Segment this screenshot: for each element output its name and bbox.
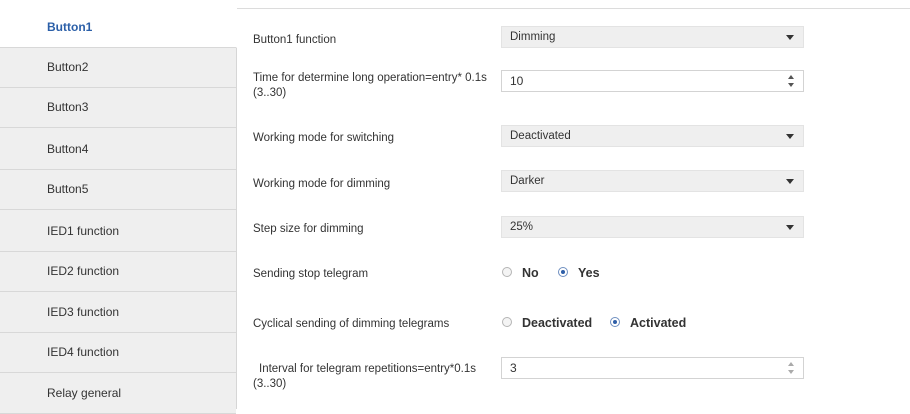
sidebar-item-relay-general[interactable]: Relay general bbox=[0, 374, 236, 414]
long-operation-range: (3..30) bbox=[253, 87, 287, 99]
long-operation-stepper[interactable]: 10 bbox=[501, 70, 804, 92]
select-value: Darker bbox=[510, 175, 545, 187]
working-mode-switching-select[interactable]: Deactivated bbox=[501, 125, 804, 147]
chevron-down-icon bbox=[786, 134, 794, 139]
cyclical-sending-label: Cyclical sending of dimming telegrams bbox=[253, 318, 450, 330]
sidebar-item-ied4-function[interactable]: IED4 function bbox=[0, 333, 236, 373]
working-mode-dimming-select[interactable]: Darker bbox=[501, 170, 804, 192]
interval-repetitions-range: (3..30) bbox=[253, 378, 287, 390]
stepper-arrows[interactable] bbox=[788, 361, 796, 375]
select-value: 25% bbox=[510, 221, 534, 233]
sidebar-item-button3[interactable]: Button3 bbox=[0, 88, 236, 128]
sidebar-item-label: IED1 function bbox=[47, 224, 120, 238]
stepper-value: 3 bbox=[510, 361, 517, 375]
sidebar-item-label: Button3 bbox=[47, 100, 89, 114]
chevron-down-icon bbox=[786, 225, 794, 230]
interval-repetitions-stepper[interactable]: 3 bbox=[501, 357, 804, 379]
sidebar-item-button2[interactable]: Button2 bbox=[0, 48, 236, 88]
sidebar-item-label: IED3 function bbox=[47, 305, 120, 319]
sidebar-item-ied1-function[interactable]: IED1 function bbox=[0, 212, 236, 252]
radio-label: Yes bbox=[578, 266, 600, 280]
select-value: Dimming bbox=[510, 31, 556, 43]
chevron-down-icon bbox=[786, 179, 794, 184]
sidebar-item-button5[interactable]: Button5 bbox=[0, 170, 236, 210]
working-mode-dimming-label: Working mode for dimming bbox=[253, 178, 391, 190]
sidebar-item-label: Button5 bbox=[47, 182, 89, 196]
radio-label: Deactivated bbox=[522, 316, 593, 330]
stepper-arrows[interactable] bbox=[788, 74, 796, 88]
stepper-down-icon[interactable] bbox=[788, 370, 794, 374]
sidebar-item-label: Button4 bbox=[47, 142, 89, 156]
select-value: Deactivated bbox=[510, 130, 571, 142]
button1-function-select[interactable]: Dimming bbox=[501, 26, 804, 48]
sidebar-item-ied2-function[interactable]: IED2 function bbox=[0, 252, 236, 292]
radio-checked-icon[interactable] bbox=[610, 317, 620, 327]
working-mode-switching-label: Working mode for switching bbox=[253, 132, 395, 144]
step-size-label: Step size for dimming bbox=[253, 223, 364, 235]
radio-unchecked-icon[interactable] bbox=[502, 267, 512, 277]
sidebar-item-button1[interactable]: Button1 bbox=[0, 8, 237, 48]
step-size-select[interactable]: 25% bbox=[501, 216, 804, 238]
sending-stop-telegram-label: Sending stop telegram bbox=[253, 268, 369, 280]
sidebar-item-label: Button1 bbox=[47, 20, 93, 34]
stepper-value: 10 bbox=[510, 74, 524, 88]
sidebar-item-label: Button2 bbox=[47, 60, 89, 74]
radio-label: Activated bbox=[630, 316, 687, 330]
radio-unchecked-icon[interactable] bbox=[502, 317, 512, 327]
sidebar-item-label: Relay general bbox=[47, 386, 122, 400]
chevron-down-icon bbox=[786, 35, 794, 40]
sidebar-item-ied3-function[interactable]: IED3 function bbox=[0, 293, 236, 333]
button1-function-label: Button1 function bbox=[253, 34, 337, 46]
sidebar-item-label: IED4 function bbox=[47, 345, 120, 359]
interval-repetitions-label: Interval for telegram repetitions=entry*… bbox=[259, 363, 477, 375]
stepper-up-icon[interactable] bbox=[788, 362, 794, 366]
stepper-down-icon[interactable] bbox=[788, 83, 794, 87]
sidebar-item-button4[interactable]: Button4 bbox=[0, 130, 236, 170]
radio-label: No bbox=[522, 266, 539, 280]
long-operation-label: Time for determine long operation=entry*… bbox=[253, 72, 487, 84]
sidebar: Button1 Button2 Button3 Button4 Button5 … bbox=[0, 8, 237, 414]
stepper-up-icon[interactable] bbox=[788, 75, 794, 79]
sidebar-item-label: IED2 function bbox=[47, 264, 120, 278]
radio-checked-icon[interactable] bbox=[558, 267, 568, 277]
